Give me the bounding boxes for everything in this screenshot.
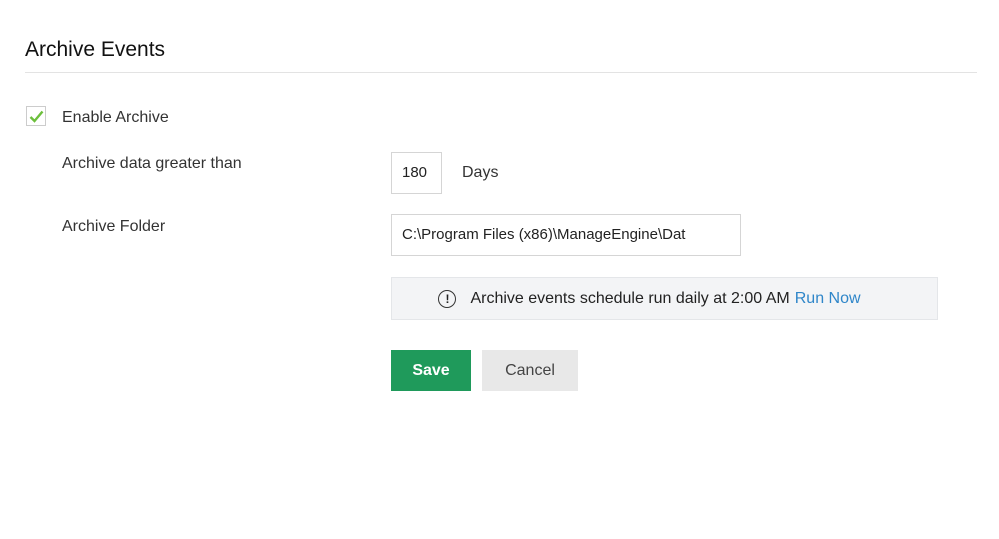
exclamation-circle-icon: ! <box>438 289 457 308</box>
archive-events-page: Archive Events Enable Archive Archive da… <box>0 0 999 539</box>
archive-folder-input[interactable]: C:\Program Files (x86)\ManageEngine\Dat <box>391 214 741 256</box>
run-now-link[interactable]: Run Now <box>795 290 861 308</box>
archive-days-label: Archive data greater than <box>62 155 242 172</box>
notice-text: Archive events schedule run daily at 2:0… <box>470 289 790 307</box>
archive-days-input[interactable]: 180 <box>391 152 442 194</box>
enable-archive-label: Enable Archive <box>62 109 169 126</box>
save-button[interactable]: Save <box>391 350 471 391</box>
enable-archive-checkbox[interactable] <box>26 106 46 126</box>
page-title: Archive Events <box>25 38 166 61</box>
cancel-button[interactable]: Cancel <box>482 350 578 391</box>
divider <box>25 72 977 73</box>
archive-folder-label: Archive Folder <box>62 218 166 235</box>
days-unit-label: Days <box>462 164 499 181</box>
checkmark-icon <box>29 110 44 123</box>
schedule-notice: ! Archive events schedule run daily at 2… <box>391 277 938 320</box>
